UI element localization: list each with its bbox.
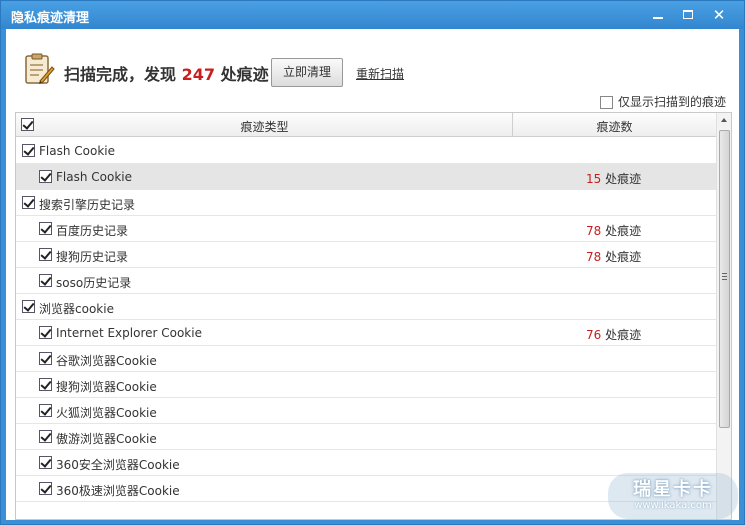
row-checkbox[interactable] xyxy=(22,196,35,209)
only-found-label: 仅显示扫描到的痕迹 xyxy=(618,95,727,109)
row-label: soso历史记录 xyxy=(56,276,132,290)
row-checkbox[interactable] xyxy=(39,378,52,391)
table-row[interactable]: 傲游浏览器Cookie xyxy=(16,424,716,450)
row-label: 搜索引擎历史记录 xyxy=(39,198,136,212)
row-count-number: 78 xyxy=(586,250,602,264)
row-label: 360安全浏览器Cookie xyxy=(56,458,180,472)
watermark-main: 瑞星卡卡 xyxy=(633,479,713,500)
watermark-url: www.ikaka.com xyxy=(634,500,712,511)
table-row[interactable]: 百度历史记录 78 处痕迹 xyxy=(16,216,716,242)
row-label: 火狐浏览器Cookie xyxy=(56,406,157,420)
scroll-up-icon[interactable] xyxy=(717,113,731,128)
row-label: Flash Cookie xyxy=(39,144,115,158)
row-checkbox[interactable] xyxy=(22,144,35,157)
row-count: 76 处痕迹 xyxy=(586,326,641,343)
row-label: 360极速浏览器Cookie xyxy=(56,484,180,498)
maximize-button[interactable] xyxy=(677,5,699,25)
scan-summary: 扫描完成，发现 247 处痕迹 立即清理 重新扫描 xyxy=(6,29,739,89)
title-bar[interactable]: 隐私痕迹清理 ✕ xyxy=(1,1,744,29)
status-suffix: 处痕迹 xyxy=(220,65,269,84)
vertical-scrollbar[interactable] xyxy=(716,113,731,519)
table-row[interactable]: 搜狗历史记录 78 处痕迹 xyxy=(16,242,716,268)
app-window: 隐私痕迹清理 ✕ 扫描完成，发现 247 处痕迹 立即清理 重新扫描 仅显示扫描… xyxy=(0,0,745,525)
row-count-number: 76 xyxy=(586,328,602,342)
row-count-number: 15 xyxy=(586,172,602,186)
row-count-suffix: 处痕迹 xyxy=(605,250,642,264)
group-row[interactable]: Flash Cookie xyxy=(16,138,716,164)
status-text: 扫描完成，发现 247 处痕迹 xyxy=(64,61,269,85)
row-label: 百度历史记录 xyxy=(56,224,129,238)
only-found-checkbox[interactable] xyxy=(600,96,613,109)
row-checkbox[interactable] xyxy=(39,326,52,339)
row-count-suffix: 处痕迹 xyxy=(605,224,642,238)
clean-now-button[interactable]: 立即清理 xyxy=(271,58,343,87)
row-label: 搜狗浏览器Cookie xyxy=(56,380,157,394)
rescan-link[interactable]: 重新扫描 xyxy=(356,65,404,82)
scrollbar-thumb[interactable] xyxy=(719,130,730,428)
table-row[interactable]: Internet Explorer Cookie 76 处痕迹 xyxy=(16,320,716,346)
group-row[interactable]: 浏览器cookie xyxy=(16,294,716,320)
row-count: 78 处痕迹 xyxy=(586,222,641,239)
only-found-filter[interactable]: 仅显示扫描到的痕迹 xyxy=(600,93,726,110)
table-row[interactable]: 谷歌浏览器Cookie xyxy=(16,346,716,372)
client-area: 扫描完成，发现 247 处痕迹 立即清理 重新扫描 仅显示扫描到的痕迹 痕迹类型… xyxy=(6,29,739,520)
close-icon: ✕ xyxy=(712,6,726,24)
table-row[interactable]: 360安全浏览器Cookie xyxy=(16,450,716,476)
minimize-icon xyxy=(653,16,663,19)
grip-icon xyxy=(722,273,727,282)
status-prefix: 扫描完成，发现 xyxy=(64,65,177,84)
group-row[interactable]: 搜索引擎历史记录 xyxy=(16,190,716,216)
row-count-suffix: 处痕迹 xyxy=(605,328,642,342)
table-row[interactable]: 搜狗浏览器Cookie xyxy=(16,372,716,398)
table-row[interactable]: 火狐浏览器Cookie xyxy=(16,398,716,424)
row-label: Flash Cookie xyxy=(56,170,132,184)
row-count-suffix: 处痕迹 xyxy=(605,172,642,186)
trace-table: 痕迹类型 痕迹数 Flash Cookie Flash Cookie 15 处痕迹搜… xyxy=(15,112,732,520)
row-label: 搜狗历史记录 xyxy=(56,250,129,264)
minimize-button[interactable] xyxy=(647,5,669,25)
table-row[interactable]: Flash Cookie 15 处痕迹 xyxy=(16,164,716,190)
close-button[interactable]: ✕ xyxy=(708,5,730,25)
status-count: 247 xyxy=(181,65,215,84)
row-checkbox[interactable] xyxy=(39,274,52,287)
row-checkbox[interactable] xyxy=(39,248,52,261)
row-label: 浏览器cookie xyxy=(39,302,114,316)
row-checkbox[interactable] xyxy=(39,170,52,183)
row-checkbox[interactable] xyxy=(39,430,52,443)
column-header-count[interactable]: 痕迹数 xyxy=(513,118,716,135)
watermark-logo: 瑞星卡卡 www.ikaka.com xyxy=(608,473,738,519)
row-checkbox[interactable] xyxy=(39,456,52,469)
table-row[interactable]: soso历史记录 xyxy=(16,268,716,294)
row-checkbox[interactable] xyxy=(39,404,52,417)
row-label: 傲游浏览器Cookie xyxy=(56,432,157,446)
row-checkbox[interactable] xyxy=(22,300,35,313)
column-header-type[interactable]: 痕迹类型 xyxy=(16,118,513,135)
window-title: 隐私痕迹清理 xyxy=(11,11,90,26)
row-checkbox[interactable] xyxy=(39,222,52,235)
row-checkbox[interactable] xyxy=(39,482,52,495)
row-label: Internet Explorer Cookie xyxy=(56,326,202,340)
table-body: Flash Cookie Flash Cookie 15 处痕迹 搜索引擎历史记录 百度… xyxy=(16,138,716,502)
row-count-number: 78 xyxy=(586,224,602,238)
row-label: 谷歌浏览器Cookie xyxy=(56,354,157,368)
row-checkbox[interactable] xyxy=(39,352,52,365)
document-pencil-icon xyxy=(25,53,55,84)
row-count: 78 处痕迹 xyxy=(586,248,641,265)
maximize-icon xyxy=(683,10,693,19)
row-count: 15 处痕迹 xyxy=(586,170,641,187)
table-header: 痕迹类型 痕迹数 xyxy=(16,113,716,137)
